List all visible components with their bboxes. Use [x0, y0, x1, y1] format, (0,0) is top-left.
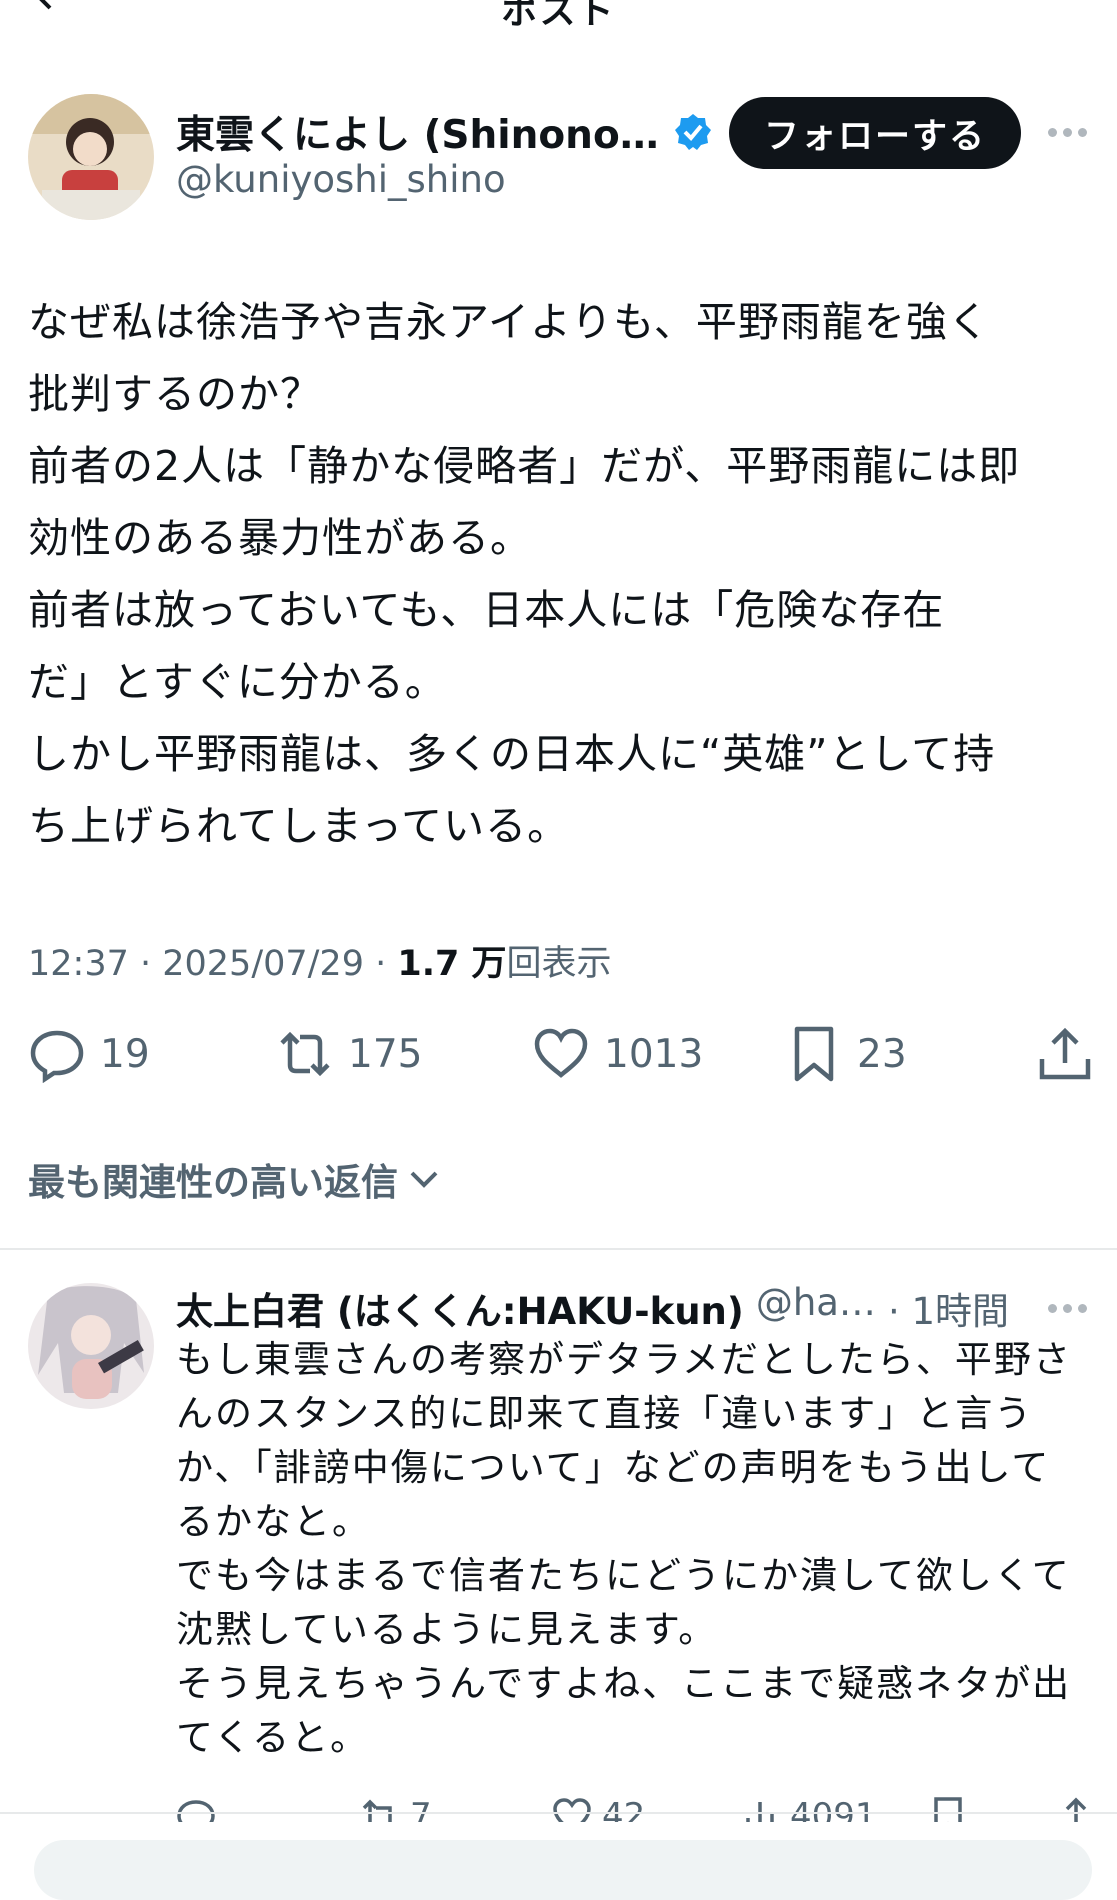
reply-view-count: 4091 [790, 1796, 877, 1822]
repost-count: 175 [348, 1031, 423, 1077]
bookmark-icon [934, 1797, 962, 1822]
reply-author-name[interactable]: 太上白君 (はくくん:HAKU-kun) [176, 1281, 744, 1335]
reply-text: もし東雲さんの考察がデタラメだとしたら、平野さ んのスタンス的に即来て直接「違い… [176, 1338, 1072, 1759]
repost-icon [280, 1031, 330, 1077]
repost-icon [362, 1799, 392, 1822]
reply-timestamp[interactable]: · 1時間 [888, 1281, 1009, 1335]
share-icon [1039, 1027, 1091, 1080]
author-avatar[interactable] [28, 94, 154, 220]
bookmark-count: 23 [857, 1031, 907, 1077]
view-count-label: 回表示 [506, 944, 612, 984]
reply-action-bar: 7 42 4091 [0, 1792, 1117, 1822]
reply-icon [30, 1030, 84, 1083]
reply-header: 太上白君 (はくくん:HAKU-kun) @ha… · 1時間 [176, 1281, 1009, 1335]
bookmark-icon [794, 1026, 834, 1082]
share-button[interactable] [1036, 1025, 1094, 1083]
reply-sort-label: 最も関連性の高い返信 [28, 1161, 398, 1204]
chevron-down-icon [410, 1171, 438, 1188]
post-meta: 12:37 · 2025/07/29 · 1.7 万回表示 [28, 935, 612, 986]
reply-icon [177, 1800, 215, 1822]
bookmark-button[interactable]: 23 [785, 1025, 907, 1083]
reply-count: 19 [100, 1031, 150, 1077]
divider [0, 1248, 1117, 1250]
repost-button[interactable]: 175 [276, 1025, 422, 1083]
post-text: なぜ私は徐浩予や吉永アイよりも、平野雨龍を強く 批判するのか？ 前者の2人は「静… [28, 298, 1021, 850]
reply-repost-count: 7 [410, 1796, 432, 1822]
reply-like-button[interactable]: 42 [552, 1796, 645, 1822]
top-bar: ポスト [0, 0, 1117, 32]
post-timestamp[interactable]: 12:37 · 2025/07/29 · [28, 944, 397, 984]
reply-sort-selector[interactable]: 最も関連性の高い返信 [28, 1152, 442, 1206]
like-button[interactable]: 1013 [532, 1025, 703, 1083]
author-name[interactable]: 東雲くによし (Shinono… [176, 104, 713, 160]
reply-more-options-icon[interactable] [1048, 1298, 1098, 1318]
heart-icon [534, 1028, 588, 1078]
reply-bookmark-button[interactable] [928, 1796, 968, 1822]
bar-chart-icon [746, 1802, 774, 1822]
reply-composer[interactable] [34, 1840, 1092, 1900]
heart-icon [553, 1798, 591, 1822]
reply-author-avatar[interactable] [28, 1283, 154, 1409]
page-title: ポスト [501, 0, 616, 32]
like-count: 1013 [604, 1031, 704, 1077]
share-icon [1065, 1797, 1087, 1822]
more-options-icon[interactable] [1048, 122, 1098, 142]
post-action-bar: 19 175 1013 23 [0, 1025, 1117, 1095]
reply-repost-button[interactable]: 7 [360, 1796, 432, 1822]
view-count: 1.7 万 [397, 944, 507, 984]
follow-button[interactable]: フォローする [729, 97, 1021, 169]
divider [0, 1812, 1117, 1814]
author-name-text: 東雲くによし (Shinono… [176, 113, 659, 158]
reply-like-count: 42 [602, 1796, 646, 1822]
reply-button[interactable]: 19 [28, 1025, 150, 1083]
reply-reply-button[interactable] [176, 1796, 216, 1822]
verified-badge-icon [674, 114, 711, 150]
reply-author-handle[interactable]: @ha… [756, 1281, 876, 1335]
author-handle[interactable]: @kuniyoshi_shino [176, 158, 506, 201]
reply-share-button[interactable] [1056, 1796, 1096, 1822]
reply-views-button[interactable]: 4091 [740, 1796, 877, 1822]
